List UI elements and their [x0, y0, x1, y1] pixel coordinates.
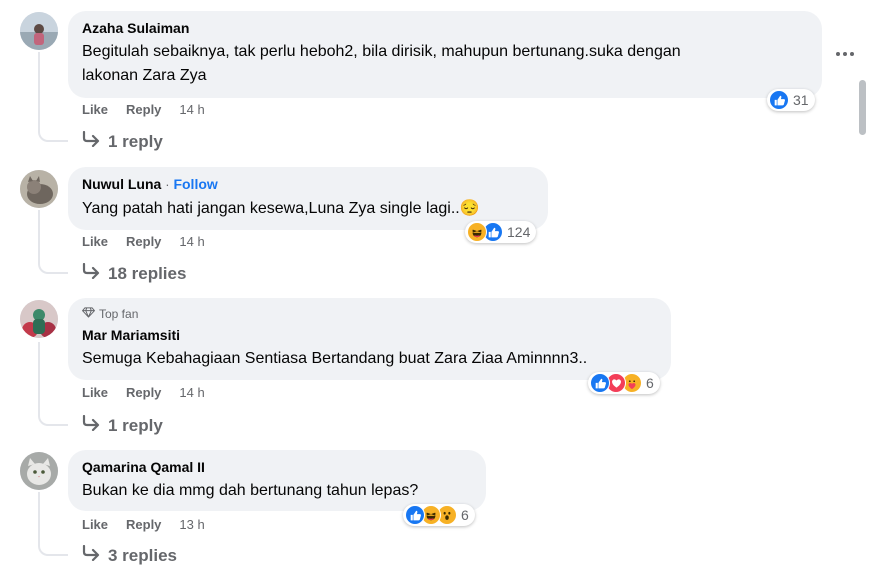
comment-author[interactable]: Mar Mariamsiti: [82, 326, 657, 344]
comment-actions: Like Reply 13 h: [82, 517, 223, 532]
comment-text-line: Semuga Kebahagiaan Sentiasa Bertandang b…: [82, 350, 588, 367]
like-button[interactable]: Like: [82, 517, 108, 532]
reaction-count: 124: [507, 224, 531, 240]
comment-timestamp[interactable]: 14 h: [179, 102, 204, 117]
view-replies-link[interactable]: 1 reply: [82, 130, 163, 152]
replies-count: 18 replies: [108, 263, 187, 283]
comment-text: Bukan ke dia mmg dah bertunang tahun lep…: [82, 479, 472, 503]
replies-count: 3 replies: [108, 545, 177, 565]
comment-bubble: Azaha Sulaiman Begitulah sebaiknya, tak …: [68, 11, 822, 98]
reply-button[interactable]: Reply: [126, 102, 161, 117]
thread-line: [38, 342, 40, 412]
comment-author[interactable]: Qamarina Qamal II: [82, 458, 472, 476]
reaction-count: 6: [461, 507, 469, 523]
like-icon: [769, 90, 789, 110]
view-replies-link[interactable]: 18 replies: [82, 262, 187, 284]
comment-timestamp[interactable]: 14 h: [179, 234, 204, 249]
comment-text: Yang patah hati jangan kesewa,Luna Zya s…: [82, 197, 534, 221]
reply-arrow-icon: [82, 262, 100, 284]
haha-icon: [467, 222, 487, 242]
comment-author-line: Nuwul Luna · Follow: [82, 175, 534, 194]
comment-author[interactable]: Azaha Sulaiman: [82, 19, 808, 37]
comment-actions: Like Reply 14 h: [82, 385, 223, 400]
avatar[interactable]: [20, 452, 58, 490]
reply-button[interactable]: Reply: [126, 385, 161, 400]
like-button[interactable]: Like: [82, 102, 108, 117]
reaction-summary[interactable]: 6: [588, 372, 660, 394]
view-replies-link[interactable]: 1 reply: [82, 414, 163, 436]
follow-separator: ·: [165, 177, 170, 192]
reply-arrow-icon: [82, 544, 100, 566]
thread-connector: [38, 542, 68, 556]
thread-line: [38, 492, 40, 542]
comment-text-line: Bukan ke dia mmg dah bertunang tahun lep…: [82, 482, 419, 499]
reply-arrow-icon: [82, 414, 100, 436]
comment-actions: Like Reply 14 h: [82, 234, 223, 249]
comment-text-line: Yang patah hati jangan kesewa,Luna Zya s…: [82, 200, 480, 217]
thread-connector: [38, 412, 68, 426]
reaction-summary[interactable]: 31: [767, 89, 815, 111]
avatar[interactable]: [20, 12, 58, 50]
comment-text: Semuga Kebahagiaan Sentiasa Bertandang b…: [82, 347, 657, 371]
view-replies-link[interactable]: 3 replies: [82, 544, 177, 566]
reply-arrow-icon: [82, 130, 100, 152]
follow-button[interactable]: Follow: [173, 176, 217, 192]
top-fan-badge: Top fan: [82, 306, 657, 322]
like-button[interactable]: Like: [82, 385, 108, 400]
thread-connector: [38, 260, 68, 274]
reaction-summary[interactable]: 124: [465, 221, 537, 243]
diamond-icon: [82, 306, 95, 322]
scrollbar-thumb[interactable]: [859, 80, 866, 135]
reply-button[interactable]: Reply: [126, 234, 161, 249]
like-icon: [405, 505, 425, 525]
reaction-count: 31: [793, 92, 809, 108]
more-options-button[interactable]: [832, 42, 858, 66]
replies-count: 1 reply: [108, 415, 163, 435]
like-icon: [590, 373, 610, 393]
replies-count: 1 reply: [108, 131, 163, 151]
comment-actions: Like Reply 14 h: [82, 102, 223, 117]
avatar[interactable]: [20, 170, 58, 208]
thread-connector: [38, 128, 68, 142]
like-button[interactable]: Like: [82, 234, 108, 249]
comment-text-line: lakonan Zara Zya: [82, 67, 207, 84]
comment-timestamp[interactable]: 14 h: [179, 385, 204, 400]
comment-bubble: Qamarina Qamal II Bukan ke dia mmg dah b…: [68, 450, 486, 511]
comment-bubble: Top fan Mar Mariamsiti Semuga Kebahagiaa…: [68, 298, 671, 380]
top-fan-label: Top fan: [99, 307, 139, 321]
reaction-summary[interactable]: 6: [403, 504, 475, 526]
thread-line: [38, 52, 40, 128]
comment-timestamp[interactable]: 13 h: [179, 517, 204, 532]
comment-text: Begitulah sebaiknya, tak perlu heboh2, b…: [82, 40, 808, 88]
reply-button[interactable]: Reply: [126, 517, 161, 532]
comment-text-line: Begitulah sebaiknya, tak perlu heboh2, b…: [82, 43, 681, 60]
reaction-count: 6: [646, 375, 654, 391]
thread-line: [38, 210, 40, 260]
avatar[interactable]: [20, 300, 58, 338]
comment-author[interactable]: Nuwul Luna: [82, 176, 161, 192]
